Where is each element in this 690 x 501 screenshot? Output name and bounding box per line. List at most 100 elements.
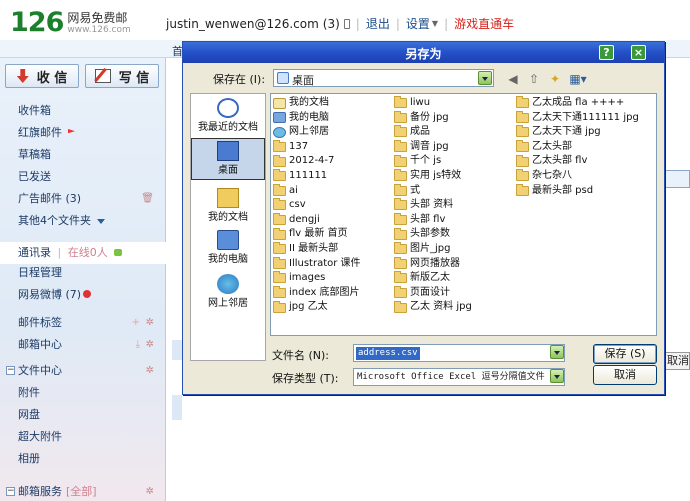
file-item[interactable]: 头部 flv (394, 213, 472, 228)
filename-input[interactable]: address.csv (353, 344, 565, 362)
sidebar-item-file-center[interactable]: − 文件中心 ✲ (0, 360, 166, 382)
file-item[interactable]: Illustrator 课件 (273, 256, 361, 272)
filetype-select[interactable]: Microsoft Office Excel 逗号分隔值文件 (353, 368, 565, 386)
file-item[interactable]: 式 (394, 183, 472, 199)
place-my-computer[interactable]: 我的电脑 (191, 228, 265, 270)
place-network[interactable]: 网上邻居 (191, 272, 265, 314)
file-item[interactable]: 头部参数 (394, 227, 472, 242)
contacts-link[interactable]: 通讯录 (18, 246, 51, 259)
file-item[interactable]: 最新头部 psd (516, 183, 639, 199)
place-recent[interactable]: 我最近的文档 (191, 96, 265, 138)
cancel-button[interactable]: 取消 (593, 365, 657, 385)
file-item[interactable]: images (273, 271, 361, 286)
sidebar-item-contacts[interactable]: 通讯录 | 在线0人 (0, 242, 166, 264)
sidebar-item-weibo[interactable]: 网易微博 (7) (0, 284, 166, 306)
sidebar-item-flagged[interactable]: 红旗邮件 (0, 122, 166, 144)
file-item[interactable]: jpg 乙太 (273, 300, 361, 315)
gear-icon[interactable]: ✲ (146, 312, 154, 334)
online-link[interactable]: 在线0人 (68, 246, 108, 259)
sidebar-item-service[interactable]: − 邮箱服务 [全部] ✲ (0, 481, 166, 501)
file-item[interactable]: 乙太 资料 jpg (394, 300, 472, 315)
receive-button[interactable]: 收 信 (5, 64, 79, 88)
sidebar-item-inbox[interactable]: 收件箱 (0, 100, 166, 122)
file-item[interactable]: 调音 jpg (394, 140, 472, 155)
filename-history-dropdown[interactable] (549, 344, 565, 362)
sidebar-item-mail-center[interactable]: 邮箱中心 ⤓ ✲ (0, 334, 166, 356)
file-item[interactable]: 乙太头部 flv (516, 154, 639, 169)
file-item[interactable]: 乙太天下通 jpg (516, 125, 639, 140)
file-item[interactable]: 杂七杂八 (516, 169, 639, 184)
file-item[interactable]: dengji (273, 213, 361, 228)
gear-icon[interactable]: ✲ (146, 481, 154, 501)
view-menu-icon[interactable]: ▦▾ (567, 72, 589, 86)
gear-icon[interactable]: ✲ (146, 360, 154, 382)
file-item[interactable]: flv 最新 首页 (273, 227, 361, 242)
file-item[interactable]: liwu (394, 96, 472, 111)
background-cancel-button[interactable]: 取消 (664, 352, 690, 370)
file-item[interactable]: 137 (273, 140, 361, 155)
up-folder-icon[interactable]: ⇧ (526, 72, 542, 86)
save-in-dropdown[interactable]: 桌面 (273, 69, 494, 87)
sidebar-item-attachments[interactable]: 附件 (0, 382, 166, 404)
new-folder-icon[interactable]: ✦ (547, 72, 563, 86)
sidebar-item-ads[interactable]: 广告邮件 (3) 🗑 (0, 188, 166, 210)
file-item[interactable]: 实用 js特效 (394, 169, 472, 184)
logo[interactable]: 126 网易免费邮 www.126.com (10, 9, 131, 36)
plus-icon[interactable]: + (132, 312, 140, 334)
chevron-down-icon[interactable] (550, 369, 564, 383)
file-item[interactable]: 乙太头部 (516, 140, 639, 155)
gear-icon[interactable]: ✲ (146, 334, 154, 356)
game-link[interactable]: 游戏直通车 (454, 15, 514, 32)
collapse-icon[interactable]: − (6, 487, 15, 496)
chevron-down-icon[interactable] (550, 345, 564, 359)
place-my-documents[interactable]: 我的文档 (191, 186, 265, 228)
sidebar-item-big-attachments[interactable]: 超大附件 (0, 426, 166, 448)
sidebar-item-sent[interactable]: 已发送 (0, 166, 166, 188)
file-item[interactable]: 新版乙太 (394, 271, 472, 286)
file-item[interactable]: 乙太天下通111111 jpg (516, 110, 639, 126)
sidebar-item-drafts[interactable]: 草稿箱 (0, 144, 166, 166)
file-item[interactable]: 成品 (394, 125, 472, 140)
user-email[interactable]: justin_wenwen@126.com (166, 17, 319, 31)
unread-count[interactable]: (3) (323, 17, 340, 31)
sidebar-item-more-folders[interactable]: 其他4个文件夹 (0, 210, 166, 232)
service-all-link[interactable]: [全部] (66, 485, 97, 498)
sidebar-item-tags[interactable]: 邮件标签 + ✲ (0, 312, 166, 334)
phone-icon[interactable] (343, 18, 350, 29)
file-item[interactable]: 千个 js (394, 154, 472, 169)
sidebar-item-album[interactable]: 相册 (0, 448, 166, 470)
settings-link[interactable]: 设置 (406, 15, 430, 32)
file-item[interactable]: 111111 (273, 169, 361, 184)
file-item[interactable]: 图片_jpg (394, 242, 472, 257)
file-item[interactable]: 网上邻居 (273, 125, 361, 140)
file-item[interactable]: ai (273, 183, 361, 199)
write-button[interactable]: 写 信 (85, 64, 159, 88)
dialog-title-bar[interactable]: 另存为 ? × (183, 42, 664, 63)
close-button[interactable]: × (631, 45, 646, 60)
file-item[interactable]: 网页播放器 (394, 256, 472, 272)
file-item[interactable]: 乙太成品 fla ++++ (516, 96, 639, 111)
collapse-icon[interactable]: − (6, 366, 15, 375)
download-icon[interactable]: ⤓ (136, 334, 140, 356)
file-item[interactable]: 头部 资料 (394, 198, 472, 213)
place-desktop[interactable]: 桌面 (191, 138, 265, 180)
file-item[interactable]: 我的文档 (273, 96, 361, 111)
chevron-down-icon[interactable]: ▼ (432, 19, 438, 28)
back-icon[interactable]: ◀ (505, 72, 521, 86)
help-button[interactable]: ? (599, 45, 614, 60)
filetype-dropdown[interactable] (549, 368, 565, 386)
chevron-down-icon[interactable] (478, 71, 492, 85)
logout-link[interactable]: 退出 (366, 15, 390, 32)
sidebar-item-calendar[interactable]: 日程管理 (0, 262, 166, 284)
file-item[interactable]: index 底部图片 (273, 286, 361, 301)
save-in-value: 桌面 (292, 74, 314, 87)
save-button[interactable]: 保存 (S) (593, 344, 657, 364)
file-item[interactable]: 2012-4-7 (273, 154, 361, 169)
sidebar-item-netdisk[interactable]: 网盘 (0, 404, 166, 426)
file-item[interactable]: 我的电脑 (273, 111, 361, 126)
file-item[interactable]: csv (273, 198, 361, 213)
trash-icon[interactable]: 🗑 (141, 188, 154, 210)
file-item[interactable]: 备份 jpg (394, 110, 472, 126)
file-item[interactable]: II 最新头部 (273, 242, 361, 257)
file-item[interactable]: 页面设计 (394, 286, 472, 301)
